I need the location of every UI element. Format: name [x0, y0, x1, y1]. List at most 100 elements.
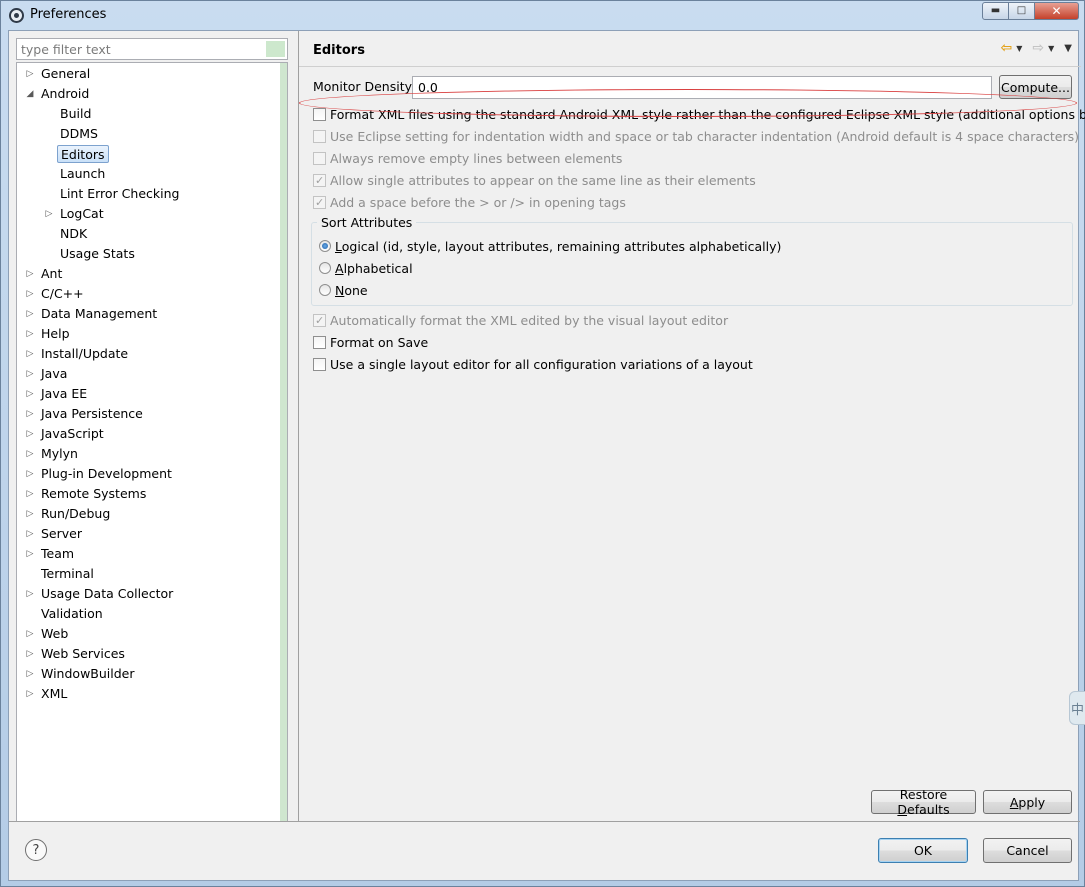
collapsed-arrow-icon[interactable]: ▷ [25, 684, 35, 704]
checkbox-label: Use Eclipse setting for indentation widt… [330, 128, 1079, 144]
tree-item-ddms[interactable]: DDMS [17, 124, 279, 144]
sort-radio-logical[interactable]: Logical (id, style, layout attributes, r… [319, 237, 781, 255]
collapsed-arrow-icon[interactable]: ▷ [44, 204, 54, 224]
tree-item-mylyn[interactable]: ▷ Mylyn [17, 444, 279, 464]
tree-item-validation[interactable]: Validation [17, 604, 279, 624]
page-nav: ⇦ ▼ ⇨ ▼ ▼ [999, 40, 1072, 56]
collapsed-arrow-icon[interactable]: ▷ [25, 444, 35, 464]
tree-item-terminal[interactable]: Terminal [17, 564, 279, 584]
checkbox[interactable] [313, 107, 326, 121]
checkbox[interactable] [313, 357, 326, 371]
tree-item-windowbuilder[interactable]: ▷ WindowBuilder [17, 664, 279, 684]
collapsed-arrow-icon[interactable]: ▷ [25, 584, 35, 604]
back-arrow-icon[interactable]: ⇦ [1001, 40, 1013, 56]
collapsed-arrow-icon[interactable]: ▷ [25, 284, 35, 304]
tree-item-android[interactable]: ◢ Android [17, 84, 279, 104]
restore-defaults-button[interactable]: Restore Defaults [871, 787, 976, 817]
checkbox[interactable] [313, 335, 326, 349]
tree-item-usage-stats[interactable]: Usage Stats [17, 244, 279, 264]
collapsed-arrow-icon[interactable]: ▷ [25, 404, 35, 424]
collapsed-arrow-icon[interactable]: ▷ [25, 464, 35, 484]
back-dropdown-icon[interactable]: ▼ [1016, 44, 1022, 53]
tree-item-general[interactable]: ▷ General [17, 64, 279, 84]
apply-button[interactable]: Apply [983, 790, 1072, 814]
collapsed-arrow-icon[interactable]: ▷ [25, 644, 35, 664]
collapsed-arrow-icon[interactable]: ▷ [25, 64, 35, 84]
tree-item-install-update[interactable]: ▷ Install/Update [17, 344, 279, 364]
collapsed-arrow-icon[interactable]: ▷ [25, 484, 35, 504]
radio-button[interactable] [319, 240, 331, 252]
tree-item-build[interactable]: Build [17, 104, 279, 124]
forward-dropdown-icon[interactable]: ▼ [1048, 44, 1054, 53]
collapsed-arrow-icon[interactable]: ▷ [25, 304, 35, 324]
tree-item-logcat[interactable]: ▷ LogCat [17, 204, 279, 224]
preference-tree[interactable]: ▷ General ◢ Android Build DDMS Editors Launch Li… [16, 62, 288, 822]
tree-item-lint-error-checking[interactable]: Lint Error Checking [17, 184, 279, 204]
collapsed-arrow-icon[interactable]: ▷ [25, 624, 35, 644]
tree-item-ant[interactable]: ▷ Ant [17, 264, 279, 284]
tree-item-launch[interactable]: Launch [17, 164, 279, 184]
collapsed-arrow-icon[interactable]: ▷ [25, 324, 35, 344]
monitor-density-input[interactable] [412, 76, 992, 99]
tree-item-plug-in-development[interactable]: ▷ Plug-in Development [17, 464, 279, 484]
option-checkbox-row[interactable]: Format XML files using the standard Andr… [313, 105, 1085, 123]
checkbox [313, 173, 326, 187]
tree-item-ndk[interactable]: NDK [17, 224, 279, 244]
tree-item-label: Remote Systems [41, 486, 147, 501]
expanded-arrow-icon[interactable]: ◢ [25, 84, 35, 104]
title-bar[interactable]: Preferences ▬ □ ✕ [1, 1, 1084, 29]
tree-item-java-ee[interactable]: ▷ Java EE [17, 384, 279, 404]
compute-button[interactable]: Compute... [999, 75, 1072, 99]
collapsed-arrow-icon[interactable]: ▷ [25, 424, 35, 444]
radio-button[interactable] [319, 284, 331, 296]
collapsed-arrow-icon[interactable]: ▷ [25, 504, 35, 524]
tree-item-team[interactable]: ▷ Team [17, 544, 279, 564]
tree-item-web[interactable]: ▷ Web [17, 624, 279, 644]
tree-item-server[interactable]: ▷ Server [17, 524, 279, 544]
close-button[interactable]: ✕ [1034, 2, 1079, 20]
collapsed-arrow-icon[interactable]: ▷ [25, 524, 35, 544]
cancel-button[interactable]: Cancel [983, 838, 1072, 863]
collapsed-arrow-icon[interactable]: ▷ [25, 544, 35, 564]
caption-buttons: ▬ □ ✕ [982, 2, 1079, 20]
tree-scrollbar[interactable] [280, 63, 287, 821]
tree-item-label: C/C++ [41, 286, 84, 301]
maximize-button[interactable]: □ [1008, 2, 1035, 20]
collapsed-arrow-icon[interactable]: ▷ [25, 384, 35, 404]
tree-item-java[interactable]: ▷ Java [17, 364, 279, 384]
forward-arrow-icon[interactable]: ⇨ [1032, 40, 1044, 56]
sort-radio-none[interactable]: None [319, 281, 368, 299]
tree-item-javascript[interactable]: ▷ JavaScript [17, 424, 279, 444]
tree-item-label: Install/Update [41, 346, 129, 361]
collapsed-arrow-icon[interactable]: ▷ [25, 364, 35, 384]
tree-item-data-management[interactable]: ▷ Data Management [17, 304, 279, 324]
tree-item-label: Build [60, 106, 92, 121]
option-checkbox-row[interactable]: Use a single layout editor for all confi… [313, 355, 753, 373]
tree-item-run-debug[interactable]: ▷ Run/Debug [17, 504, 279, 524]
tree-item-web-services[interactable]: ▷ Web Services [17, 644, 279, 664]
tree-item-usage-data-collector[interactable]: ▷ Usage Data Collector [17, 584, 279, 604]
sort-radio-alphabetical[interactable]: Alphabetical [319, 259, 413, 277]
help-icon[interactable]: ? [25, 839, 47, 861]
filter-input[interactable] [16, 38, 288, 60]
radio-button[interactable] [319, 262, 331, 274]
tree-item-label: Mylyn [41, 446, 78, 461]
minimize-button[interactable]: ▬ [982, 2, 1009, 20]
tree-item-label: Web Services [41, 646, 125, 661]
tree-item-editors[interactable]: Editors [17, 144, 279, 164]
collapsed-arrow-icon[interactable]: ▷ [25, 344, 35, 364]
view-menu-icon[interactable]: ▼ [1064, 43, 1072, 54]
tree-item-c-c[interactable]: ▷ C/C++ [17, 284, 279, 304]
tree-item-remote-systems[interactable]: ▷ Remote Systems [17, 484, 279, 504]
checkbox-label: Automatically format the XML edited by t… [330, 312, 729, 328]
collapsed-arrow-icon[interactable]: ▷ [25, 264, 35, 284]
tree-item-xml[interactable]: ▷ XML [17, 684, 279, 704]
option-checkbox-row[interactable]: Format on Save [313, 333, 428, 351]
side-tab[interactable]: 中 [1069, 691, 1085, 725]
collapsed-arrow-icon[interactable]: ▷ [25, 664, 35, 684]
checkbox-label: Use a single layout editor for all confi… [330, 356, 753, 372]
tree-item-java-persistence[interactable]: ▷ Java Persistence [17, 404, 279, 424]
tree-item-help[interactable]: ▷ Help [17, 324, 279, 344]
ok-button[interactable]: OK [878, 838, 968, 863]
pane-sash[interactable] [291, 31, 297, 821]
